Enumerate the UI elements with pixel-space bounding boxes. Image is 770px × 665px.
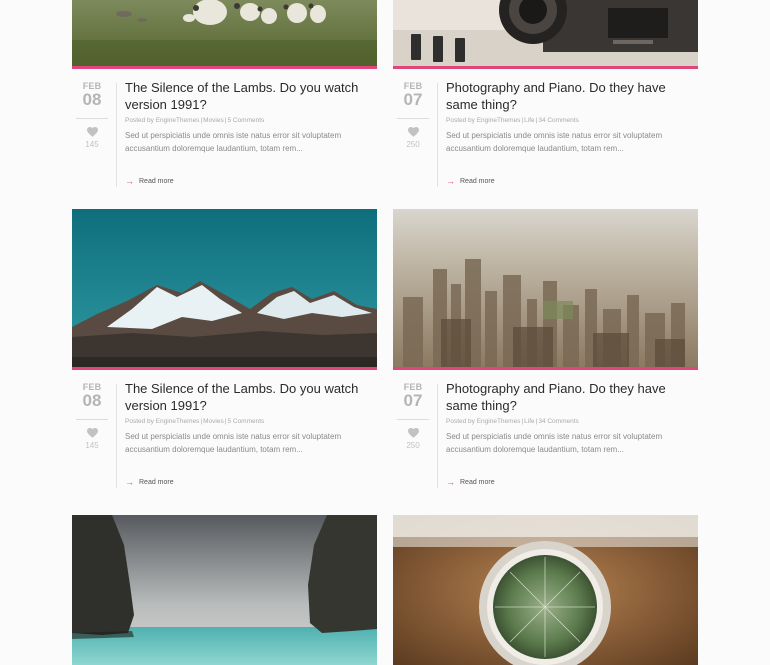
post-author[interactable]: Posted by EngineThemes [125, 117, 199, 124]
heart-icon [86, 127, 98, 137]
post-card [393, 515, 698, 665]
post-title[interactable]: Photography and Piano. Do they have same… [446, 380, 696, 414]
post-title[interactable]: The Silence of the Lambs. Do you watch v… [125, 79, 375, 113]
post-date: FEB 08 [76, 81, 108, 109]
post-category[interactable]: Movies [203, 418, 224, 425]
post-date: FEB 07 [397, 81, 429, 109]
post-author[interactable]: Posted by EngineThemes [446, 117, 520, 124]
like-count: 250 [406, 441, 420, 450]
vertical-divider [116, 83, 117, 187]
read-more-link[interactable]: → Read more [125, 177, 174, 186]
arrow-right-icon: → [446, 477, 455, 487]
post-excerpt: Sed ut perspiciatis unde omnis iste natu… [125, 432, 342, 454]
date-divider [397, 118, 429, 119]
post-content: Photography and Piano. Do they have same… [446, 380, 696, 456]
post-title[interactable]: The Silence of the Lambs. Do you watch v… [125, 380, 375, 414]
post-summary: FEB 08 145 The Silence of the Lambs. Do … [72, 370, 377, 498]
sea-cliffs-image [72, 515, 377, 665]
post-meta: Posted by EngineThemes|Movies|5 Comments [125, 418, 265, 425]
post-content: Photography and Piano. Do they have same… [446, 79, 696, 155]
post-date: FEB 08 [76, 382, 108, 410]
arrow-right-icon: → [446, 176, 455, 186]
like-button[interactable]: 145 [76, 428, 108, 450]
post-thumbnail[interactable] [393, 515, 698, 665]
post-excerpt: Sed ut perspiciatis unde omnis iste natu… [446, 131, 663, 153]
sheep-field-image [72, 0, 377, 66]
read-more-label: Read more [460, 479, 495, 486]
like-button[interactable]: 250 [397, 127, 429, 149]
read-more-label: Read more [460, 178, 495, 185]
post-date: FEB 07 [397, 382, 429, 410]
post-comments[interactable]: 5 Comments [227, 117, 264, 124]
cactus-pot-image [393, 515, 698, 665]
post-date-day: 07 [403, 391, 423, 410]
post-meta: Posted by EngineThemes|Movies|5 Comments [125, 117, 265, 124]
post-content: The Silence of the Lambs. Do you watch v… [125, 79, 375, 155]
vertical-divider [116, 384, 117, 488]
heart-icon [86, 428, 98, 438]
post-card: FEB 07 250 Photography and Piano. Do the… [393, 0, 698, 197]
post-date-day: 07 [403, 90, 423, 109]
post-category[interactable]: Movies [203, 117, 224, 124]
date-divider [76, 118, 108, 119]
post-comments[interactable]: 34 Comments [538, 117, 578, 124]
read-more-link[interactable]: → Read more [125, 478, 174, 487]
post-thumbnail[interactable] [393, 0, 698, 66]
post-card: FEB 08 145 The Silence of the Lambs. Do … [72, 209, 377, 498]
post-meta: Posted by EngineThemes|Life|34 Comments [446, 418, 579, 425]
post-excerpt: Sed ut perspiciatis unde omnis iste natu… [125, 131, 342, 153]
post-card [72, 515, 377, 665]
like-count: 145 [85, 441, 99, 450]
post-category[interactable]: Life [524, 418, 534, 425]
post-author[interactable]: Posted by EngineThemes [125, 418, 199, 425]
like-button[interactable]: 145 [76, 127, 108, 149]
post-thumbnail[interactable] [393, 209, 698, 367]
read-more-label: Read more [139, 479, 174, 486]
post-excerpt: Sed ut perspiciatis unde omnis iste natu… [446, 432, 663, 454]
camera-piano-image [393, 0, 698, 66]
post-card: FEB 07 250 Photography and Piano. Do the… [393, 209, 698, 498]
post-summary: FEB 07 250 Photography and Piano. Do the… [393, 370, 698, 498]
post-content: The Silence of the Lambs. Do you watch v… [125, 380, 375, 456]
vertical-divider [437, 384, 438, 488]
arrow-right-icon: → [125, 477, 134, 487]
like-button[interactable]: 250 [397, 428, 429, 450]
city-aerial-image [393, 209, 698, 367]
post-thumbnail[interactable] [72, 515, 377, 665]
read-more-label: Read more [139, 178, 174, 185]
post-comments[interactable]: 5 Comments [227, 418, 264, 425]
heart-icon [407, 428, 419, 438]
post-comments[interactable]: 34 Comments [538, 418, 578, 425]
post-meta: Posted by EngineThemes|Life|34 Comments [446, 117, 579, 124]
blog-grid-page: FEB 08 145 The Silence of the Lambs. Do … [0, 0, 770, 665]
date-divider [76, 419, 108, 420]
snowy-mountains-image [72, 209, 377, 367]
date-divider [397, 419, 429, 420]
like-count: 145 [85, 140, 99, 149]
post-author[interactable]: Posted by EngineThemes [446, 418, 520, 425]
read-more-link[interactable]: → Read more [446, 177, 495, 186]
post-summary: FEB 07 250 Photography and Piano. Do the… [393, 69, 698, 197]
post-thumbnail[interactable] [72, 209, 377, 367]
vertical-divider [437, 83, 438, 187]
post-thumbnail[interactable] [72, 0, 377, 66]
post-date-day: 08 [82, 90, 102, 109]
post-summary: FEB 08 145 The Silence of the Lambs. Do … [72, 69, 377, 197]
post-category[interactable]: Life [524, 117, 534, 124]
read-more-link[interactable]: → Read more [446, 478, 495, 487]
heart-icon [407, 127, 419, 137]
post-card: FEB 08 145 The Silence of the Lambs. Do … [72, 0, 377, 197]
like-count: 250 [406, 140, 420, 149]
arrow-right-icon: → [125, 176, 134, 186]
post-date-day: 08 [82, 391, 102, 410]
post-title[interactable]: Photography and Piano. Do they have same… [446, 79, 696, 113]
